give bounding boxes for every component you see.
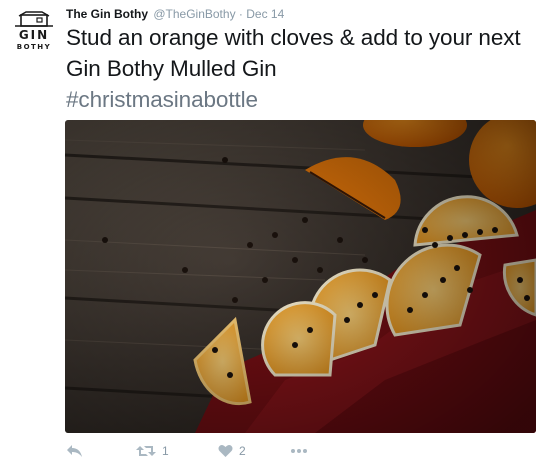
avatar-logo-subtext: BOTHY: [16, 43, 52, 51]
tweet-header: The Gin Bothy @TheGinBothy · Dec 14: [66, 7, 284, 21]
tweet-photo[interactable]: [65, 120, 536, 433]
avatar-logo-text: GIN: [18, 28, 50, 42]
bothy-house-logo-icon: [15, 11, 53, 27]
reply-icon: [67, 445, 82, 457]
retweet-count: 1: [162, 444, 169, 458]
reply-button[interactable]: [66, 441, 83, 461]
more-button[interactable]: [290, 441, 308, 461]
tweet-text: Stud an orange with cloves & add to your…: [66, 22, 536, 115]
display-name[interactable]: The Gin Bothy: [66, 7, 148, 21]
tweet-body: Stud an orange with cloves & add to your…: [66, 25, 521, 81]
separator-dot: ·: [238, 7, 243, 21]
hashtag-link[interactable]: #christmasinabottle: [66, 87, 258, 112]
orange-cloves-photo: [65, 120, 536, 433]
user-handle[interactable]: @TheGinBothy: [153, 7, 235, 21]
like-button[interactable]: 2: [218, 441, 246, 461]
heart-icon: [218, 444, 233, 457]
avatar[interactable]: GIN BOTHY: [10, 9, 58, 55]
more-icon: [291, 449, 307, 453]
tweet-card: GIN BOTHY The Gin Bothy @TheGinBothy · D…: [0, 0, 545, 467]
retweet-button[interactable]: 1: [136, 441, 169, 461]
retweet-icon: [136, 446, 156, 456]
like-count: 2: [239, 444, 246, 458]
tweet-date[interactable]: Dec 14: [246, 7, 284, 21]
